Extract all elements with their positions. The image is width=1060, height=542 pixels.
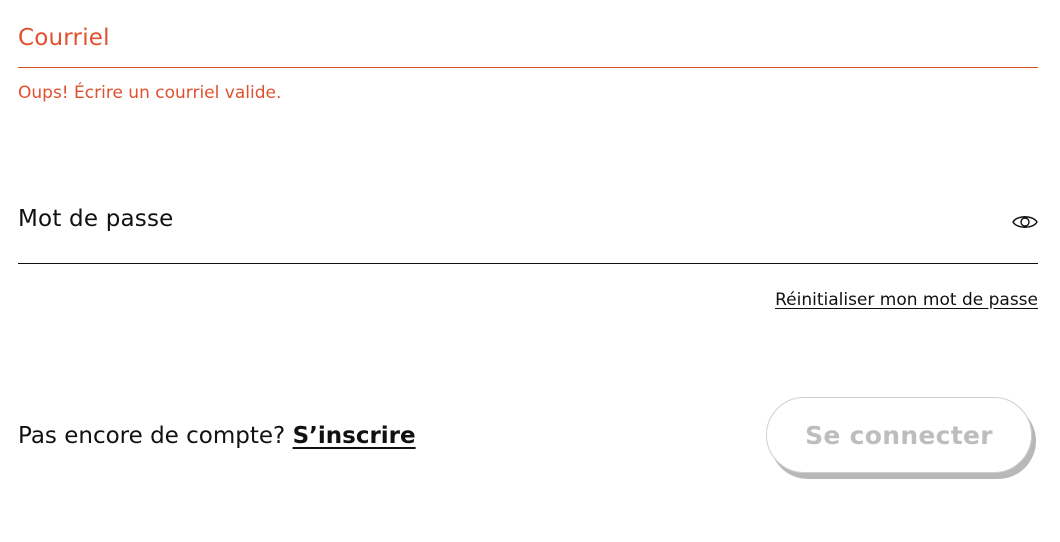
signup-prompt: Pas encore de compte? [18,423,293,449]
email-label: Courriel [18,25,110,51]
eye-icon[interactable] [1012,212,1038,232]
email-error-message: Oups! Écrire un courriel valide. [18,83,282,103]
signup-link[interactable]: S’inscrire [293,423,416,449]
email-field[interactable]: Courriel [18,22,1038,68]
connect-button[interactable]: Se connecter [766,397,1032,473]
login-form: Courriel Oups! Écrire un courriel valide… [18,0,1038,542]
password-label: Mot de passe [18,206,174,232]
password-field[interactable]: Mot de passe [18,200,1038,264]
reset-password-link[interactable]: Réinitialiser mon mot de passe [775,290,1038,310]
signup-row: Pas encore de compte? S’inscrire [18,423,416,449]
